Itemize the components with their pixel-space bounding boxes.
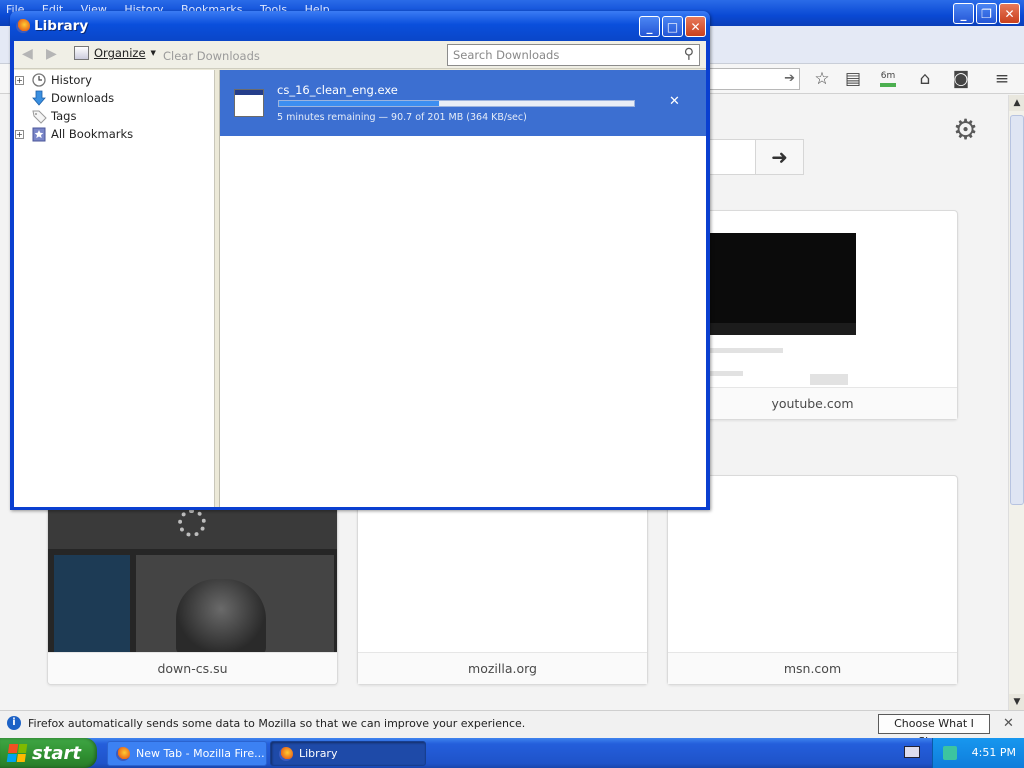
loading-spinner-icon bbox=[178, 509, 206, 537]
download-filename: cs_16_clean_eng.exe bbox=[277, 83, 398, 97]
back-arrow-icon[interactable]: ◀ bbox=[22, 46, 33, 62]
clock: 4:51 PM bbox=[971, 746, 1016, 759]
library-toolbar: ◀ ▶ Organize ▼ Clear Downloads Search Do… bbox=[14, 41, 706, 69]
choose-what-i-share-button[interactable]: Choose What I Share bbox=[878, 714, 990, 748]
scroll-up-arrow-icon[interactable]: ▲ bbox=[1009, 95, 1024, 111]
downloads-toolbar-icon[interactable]: 6m bbox=[876, 68, 900, 90]
tile-caption: down-cs.su bbox=[48, 652, 337, 684]
start-label: start bbox=[32, 742, 81, 764]
firefox-window-controls: _ ❐ ✕ bbox=[953, 3, 1020, 24]
sidebar-item-label: History bbox=[51, 73, 92, 87]
tile-caption: mozilla.org bbox=[358, 652, 647, 684]
firefox-close-button[interactable]: ✕ bbox=[999, 3, 1020, 24]
newtab-search-input[interactable] bbox=[706, 139, 756, 175]
star-bookmarks-icon bbox=[31, 126, 47, 142]
expand-toggle-icon[interactable]: + bbox=[15, 129, 24, 139]
thumbnail-sidebar bbox=[54, 555, 130, 654]
library-body: ◀ ▶ Organize ▼ Clear Downloads Search Do… bbox=[14, 41, 706, 507]
search-downloads-placeholder: Search Downloads bbox=[453, 48, 560, 62]
downloads-list: cs_16_clean_eng.exe 5 minutes remaining … bbox=[220, 70, 706, 507]
firefox-restore-button[interactable]: ❐ bbox=[976, 3, 997, 24]
search-icon[interactable]: ⚲ bbox=[684, 46, 694, 62]
organize-button[interactable]: Organize ▼ bbox=[74, 46, 156, 60]
download-arrow-icon bbox=[31, 90, 47, 106]
sidebar-item-label: Tags bbox=[51, 109, 77, 123]
info-icon: i bbox=[7, 716, 21, 730]
url-bar[interactable]: ➔ bbox=[700, 68, 800, 90]
hamburger-menu-icon[interactable]: ≡ bbox=[990, 68, 1014, 90]
url-go-arrow-icon[interactable]: ➔ bbox=[784, 71, 795, 86]
sidebar-item-tags[interactable]: Tags bbox=[14, 107, 215, 125]
thumbnail-placeholder-line bbox=[708, 371, 743, 376]
expand-toggle-icon[interactable]: + bbox=[15, 75, 24, 85]
thumbnail-soldier-image bbox=[176, 579, 266, 654]
sidebar-item-history[interactable]: + History bbox=[14, 71, 215, 89]
dropdown-caret-icon: ▼ bbox=[150, 49, 156, 57]
youtube-thumbnail bbox=[698, 233, 856, 335]
sidebar-item-downloads[interactable]: Downloads bbox=[14, 89, 215, 107]
clock-icon bbox=[31, 72, 47, 88]
downloads-timer: 6m bbox=[880, 71, 896, 81]
forward-arrow-icon[interactable]: ▶ bbox=[46, 46, 57, 62]
thumbnail-placeholder-line bbox=[708, 348, 783, 353]
top-site-tile-youtube[interactable]: youtube.com bbox=[667, 210, 958, 420]
cancel-download-icon[interactable]: ✕ bbox=[669, 94, 680, 109]
network-tray-icon[interactable] bbox=[943, 746, 957, 760]
top-site-tile-msn[interactable]: msn.com bbox=[667, 475, 958, 685]
taskbar-button-library[interactable]: Library bbox=[270, 741, 426, 766]
firefox-logo-icon bbox=[116, 746, 130, 761]
youtube-thumbnail-controls bbox=[698, 323, 856, 335]
downloads-toolbar-progress bbox=[880, 83, 896, 87]
library-window-controls: _ □ ✕ bbox=[639, 16, 706, 37]
library-titlebar[interactable]: Library _ □ ✕ bbox=[10, 11, 710, 41]
library-minimize-button[interactable]: _ bbox=[639, 16, 660, 37]
library-window: Library _ □ ✕ ◀ ▶ Organize ▼ Clear Downl… bbox=[10, 11, 710, 510]
library-maximize-button[interactable]: □ bbox=[662, 16, 683, 37]
tag-icon bbox=[31, 108, 47, 124]
notification-close-icon[interactable]: ✕ bbox=[1003, 716, 1014, 731]
organize-icon bbox=[74, 46, 89, 60]
reading-list-icon[interactable]: ▤ bbox=[841, 68, 865, 90]
download-status: 5 minutes remaining — 90.7 of 201 MB (36… bbox=[277, 112, 527, 123]
newtab-settings-gear-icon[interactable]: ⚙ bbox=[953, 113, 978, 146]
library-sidebar: + History Downloads Tags + All Bookmarks bbox=[14, 70, 215, 507]
thumbnail-placeholder-box bbox=[810, 374, 848, 385]
download-progress-fill bbox=[279, 101, 439, 106]
home-icon[interactable]: ⌂ bbox=[913, 68, 937, 90]
tile-caption: youtube.com bbox=[668, 387, 957, 419]
library-title: Library bbox=[34, 18, 89, 34]
scrollbar-thumb[interactable] bbox=[1010, 115, 1024, 505]
newtab-search-go-arrow-icon[interactable]: ➜ bbox=[755, 139, 804, 175]
scroll-down-arrow-icon[interactable]: ▼ bbox=[1009, 694, 1024, 710]
sidebar-item-all-bookmarks[interactable]: + All Bookmarks bbox=[14, 125, 215, 143]
download-item[interactable]: cs_16_clean_eng.exe 5 minutes remaining … bbox=[220, 70, 706, 136]
organize-label: Organize bbox=[94, 46, 146, 60]
taskbar-button-new-tab[interactable]: New Tab - Mozilla Fire... bbox=[107, 741, 267, 766]
pocket-icon[interactable]: ◙ bbox=[949, 68, 973, 90]
tile-caption: msn.com bbox=[668, 652, 957, 684]
notification-text: Firefox automatically sends some data to… bbox=[28, 717, 526, 730]
start-button[interactable]: start bbox=[0, 738, 97, 768]
firefox-minimize-button[interactable]: _ bbox=[953, 3, 974, 24]
exe-file-icon bbox=[234, 89, 264, 117]
bookmark-star-icon[interactable]: ☆ bbox=[810, 68, 834, 90]
taskbar-button-label: New Tab - Mozilla Fire... bbox=[136, 747, 265, 760]
page-scrollbar[interactable]: ▲ ▼ bbox=[1008, 95, 1024, 710]
library-close-button[interactable]: ✕ bbox=[685, 16, 706, 37]
firefox-logo-icon bbox=[279, 746, 293, 761]
clear-downloads-button[interactable]: Clear Downloads bbox=[163, 49, 260, 63]
taskbar-button-label: Library bbox=[299, 747, 338, 760]
firefox-logo-icon bbox=[16, 19, 30, 33]
system-tray: 4:51 PM bbox=[932, 738, 1024, 768]
search-downloads-input[interactable]: Search Downloads ⚲ bbox=[447, 44, 700, 66]
top-site-tile-down-cs[interactable]: down-cs.su bbox=[47, 480, 338, 685]
windows-logo-icon bbox=[6, 744, 28, 762]
sidebar-item-label: Downloads bbox=[51, 91, 115, 105]
download-progress-bar bbox=[278, 100, 635, 107]
keyboard-language-icon[interactable] bbox=[904, 746, 920, 758]
sidebar-item-label: All Bookmarks bbox=[51, 127, 134, 141]
